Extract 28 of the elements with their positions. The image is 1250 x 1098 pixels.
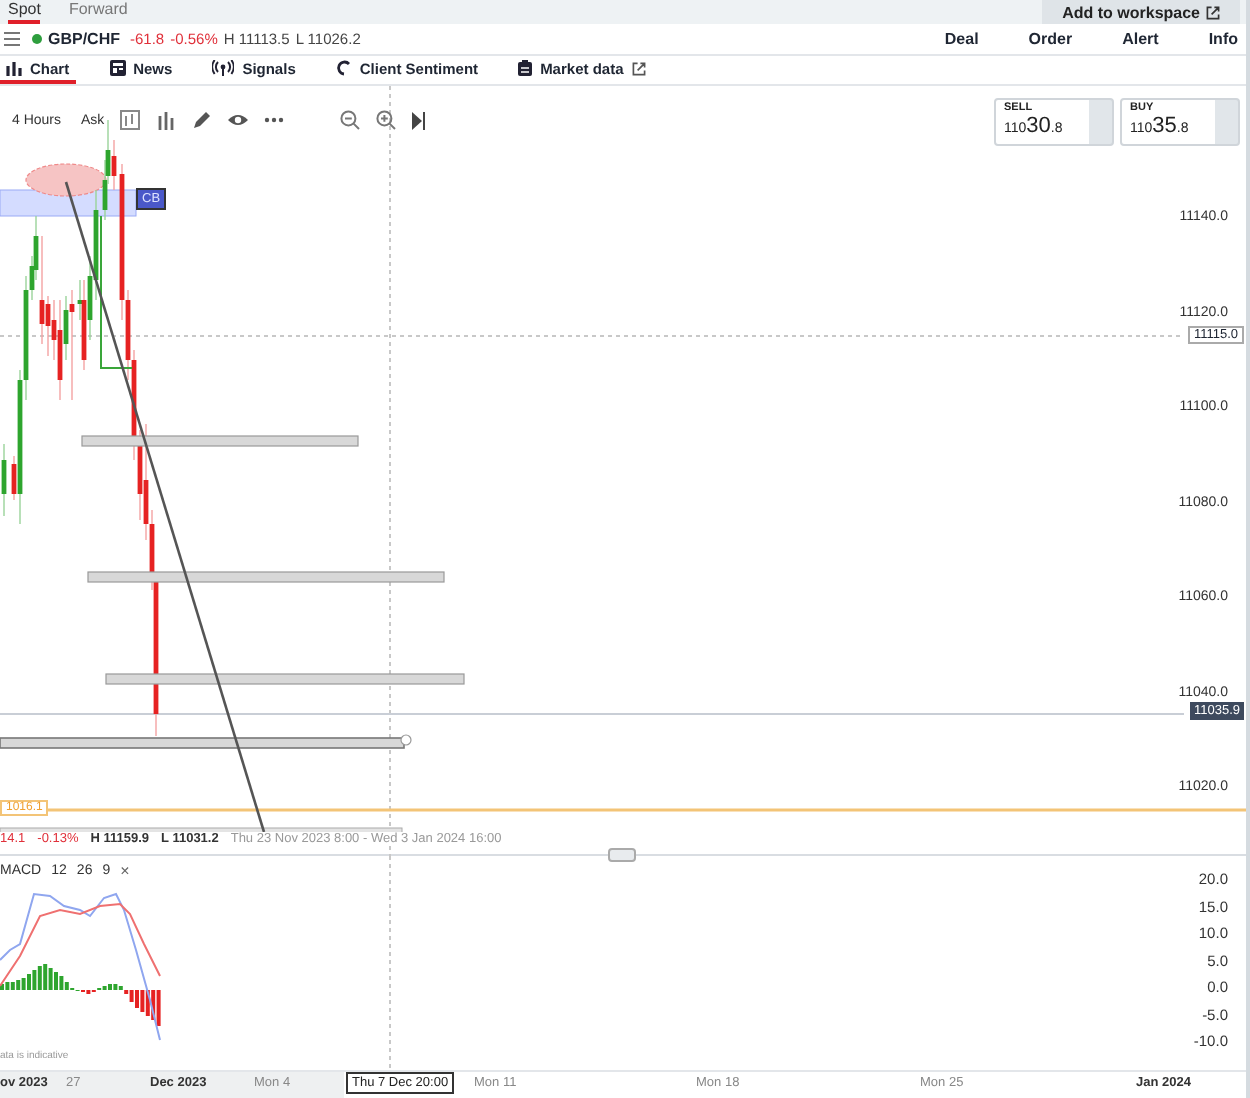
candle-style-icon[interactable]	[120, 110, 141, 130]
bars-icon	[6, 61, 22, 75]
action-link[interactable]: Order	[1028, 30, 1073, 48]
clipboard-icon	[518, 60, 533, 76]
add-to-workspace-button[interactable]: Add to workspace	[1042, 0, 1240, 24]
scroll-end-icon[interactable]	[412, 111, 427, 129]
zone-ellipse	[25, 163, 107, 197]
action-link[interactable]: Deal	[944, 30, 979, 48]
eye-icon[interactable]	[228, 110, 249, 130]
zoom-out-icon[interactable]	[340, 110, 361, 130]
market-tab[interactable]: Forward	[68, 0, 128, 24]
zoom-in-icon[interactable]	[376, 110, 397, 130]
newspaper-icon	[109, 60, 126, 76]
action-link[interactable]: Info	[1208, 30, 1238, 48]
action-link[interactable]: Alert	[1122, 30, 1159, 48]
market-tab[interactable]: Spot	[8, 0, 41, 24]
instrument-symbol: GBP/CHF	[48, 30, 120, 48]
pencil-icon[interactable]	[192, 110, 213, 130]
menu-icon[interactable]	[4, 32, 20, 46]
bar-chart-icon[interactable]	[156, 110, 177, 130]
handle-icon[interactable]	[400, 734, 412, 746]
candle	[1, 443, 7, 517]
external-link-icon	[1206, 5, 1220, 19]
pane-resize-handle[interactable]	[608, 848, 636, 862]
status-dot	[32, 34, 42, 44]
external-link-icon	[631, 61, 646, 75]
broadcast-icon	[212, 60, 235, 76]
close-indicator-button[interactable]: ×	[120, 864, 130, 880]
